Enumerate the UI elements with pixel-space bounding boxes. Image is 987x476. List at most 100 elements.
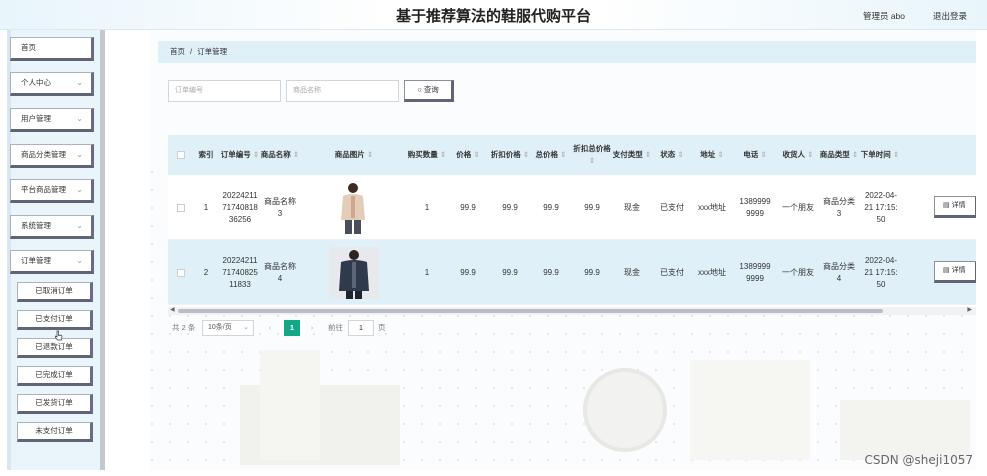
col-product-name[interactable]: 商品名称 ⇕ — [260, 135, 300, 175]
main-panel: 首页 / 订单管理 订单编号 商品名称 ○ 查询 索引 订单编号 ⇕ 商品名称 ⇕ … — [150, 30, 976, 470]
goto-page-input[interactable]: 1 — [348, 320, 374, 336]
cell-pay-type: 现金 — [624, 202, 640, 212]
col-receiver[interactable]: 收货人 ⇕ — [778, 135, 818, 175]
sidebar-item-orders[interactable]: 订单管理 ⌄ — [10, 250, 94, 274]
page-size-select[interactable]: 10条/页 ⌄ — [202, 320, 254, 336]
col-discount-total[interactable]: 折扣总价格 ⇕ — [572, 135, 612, 175]
chevron-down-icon: ⌄ — [243, 324, 249, 331]
col-category[interactable]: 商品类型 ⇕ — [818, 135, 860, 175]
row-checkbox[interactable] — [173, 240, 189, 305]
app-title: 基于推荐算法的鞋服代购平台 — [395, 7, 591, 25]
col-order-no[interactable]: 订单编号 ⇕ — [220, 135, 260, 175]
cell-phone: 13899999999 — [739, 196, 771, 218]
col-phone[interactable]: 电话 ⇕ — [732, 135, 778, 175]
sidebar-item-system[interactable]: 系统管理 ⌄ — [10, 215, 94, 239]
col-price[interactable]: 价格 ⇕ — [448, 135, 488, 175]
chevron-down-icon: ⌄ — [76, 256, 83, 265]
cell-discount-price: 99.9 — [502, 267, 518, 277]
cell-category: 商品分类4 — [823, 261, 855, 283]
order-no-input[interactable]: 订单编号 — [168, 80, 281, 102]
subitem-shipped-orders[interactable]: 已发货订单 — [17, 394, 93, 414]
cell-qty: 1 — [424, 202, 430, 212]
cell-status: 已支付 — [660, 267, 684, 277]
scroll-right-icon[interactable]: ▶ — [967, 306, 972, 313]
cell-index: 2 — [203, 267, 209, 277]
sidebar-item-label: 系统管理 — [21, 221, 51, 230]
detail-button[interactable]: ▤ 详情 — [934, 196, 976, 218]
select-all-checkbox[interactable] — [173, 135, 189, 175]
page-1-button[interactable]: 1 — [284, 320, 300, 336]
man-navy-coat-image — [329, 246, 379, 299]
row-checkbox[interactable] — [173, 175, 189, 240]
breadcrumb-separator: / — [190, 47, 193, 56]
search-button-label: 查询 — [423, 85, 439, 94]
cell-status: 已支付 — [660, 202, 684, 212]
orders-table: 索引 订单编号 ⇕ 商品名称 ⇕ 商品图片 ⇕ 购买数量 ⇕ 价格 ⇕ 折扣价格… — [168, 135, 976, 315]
col-product-image[interactable]: 商品图片 ⇕ — [302, 135, 406, 175]
mouse-cursor-icon — [55, 330, 63, 341]
cell-product-name: 商品名称3 — [264, 196, 296, 218]
search-button[interactable]: ○ 查询 — [404, 80, 454, 102]
pagination-total: 共 2 条 — [172, 323, 196, 332]
subitem-completed-orders[interactable]: 已完成订单 — [17, 366, 93, 386]
sidebar-item-home[interactable]: 首页 — [10, 37, 94, 61]
cell-qty: 1 — [424, 267, 430, 277]
cell-total: 99.9 — [543, 267, 559, 277]
prev-page-icon[interactable]: ‹ — [262, 320, 278, 336]
cell-address: xxx地址 — [698, 202, 726, 212]
cell-discount-total: 99.9 — [584, 202, 600, 212]
col-discount-price[interactable]: 折扣价格 ⇕ — [490, 135, 530, 175]
table-row: 1 202242117174081836256 商品名称3 1 99.9 99.… — [168, 175, 976, 240]
scroll-thumb[interactable] — [178, 309, 883, 313]
col-pay-type[interactable]: 支付类型 ⇕ — [612, 135, 652, 175]
man-beige-jacket-image — [329, 179, 379, 236]
subitem-cancelled-orders[interactable]: 已取消订单 — [17, 282, 93, 302]
document-icon: ▤ — [943, 202, 950, 209]
scroll-left-icon[interactable]: ◀ — [170, 306, 175, 313]
watermark: CSDN @sheji1057 — [864, 453, 973, 467]
chevron-down-icon: ⌄ — [76, 221, 83, 230]
chevron-down-icon: ⌄ — [76, 78, 83, 87]
chevron-down-icon: ⌄ — [76, 185, 83, 194]
cell-pay-type: 现金 — [624, 267, 640, 277]
cell-order-time: 2022-04-21 17:15:50 — [864, 255, 898, 289]
logout-link[interactable]: 退出登录 — [933, 10, 967, 22]
cell-price: 99.9 — [460, 202, 476, 212]
sidebar-item-category[interactable]: 商品分类管理 ⌄ — [10, 144, 94, 168]
col-address[interactable]: 地址 ⇕ — [692, 135, 732, 175]
cell-price: 99.9 — [460, 267, 476, 277]
sidebar-item-products[interactable]: 平台商品管理 ⌄ — [10, 179, 94, 203]
cell-order-no: 202242117174082511833 — [222, 255, 258, 289]
sidebar-item-users[interactable]: 用户管理 ⌄ — [10, 108, 94, 132]
detail-button[interactable]: ▤ 详情 — [934, 261, 976, 283]
document-icon: ▤ — [943, 267, 950, 274]
sidebar-item-label: 平台商品管理 — [21, 185, 66, 194]
col-total[interactable]: 总价格 ⇕ — [530, 135, 572, 175]
subitem-paid-orders[interactable]: 已支付订单 — [17, 310, 93, 330]
breadcrumb-current: 订单管理 — [197, 47, 228, 56]
cell-category: 商品分类3 — [823, 196, 855, 218]
sidebar-item-label: 首页 — [21, 43, 36, 52]
page-suffix: 页 — [378, 323, 386, 332]
subitem-unpaid-orders[interactable]: 未支付订单 — [17, 422, 93, 442]
sidebar-item-profile[interactable]: 个人中心 ⌄ — [10, 72, 94, 96]
col-qty[interactable]: 购买数量 ⇕ — [406, 135, 448, 175]
col-index: 索引 — [198, 150, 214, 159]
sidebar-item-label: 订单管理 — [21, 256, 51, 265]
sidebar-scrollbar[interactable] — [100, 30, 105, 470]
next-page-icon[interactable]: › — [304, 320, 320, 336]
table-header: 索引 订单编号 ⇕ 商品名称 ⇕ 商品图片 ⇕ 购买数量 ⇕ 价格 ⇕ 折扣价格… — [168, 135, 976, 175]
sidebar-item-label: 个人中心 — [21, 78, 51, 87]
cell-receiver: 一个朋友 — [782, 267, 814, 277]
subitem-refunded-orders[interactable]: 已退款订单 — [17, 338, 93, 358]
table-horizontal-scrollbar[interactable]: ◀ ▶ — [168, 307, 976, 315]
cell-total: 99.9 — [543, 202, 559, 212]
cell-index: 1 — [203, 202, 209, 212]
cell-discount-price: 99.9 — [502, 202, 518, 212]
product-name-input[interactable]: 商品名称 — [286, 80, 399, 102]
breadcrumb-home[interactable]: 首页 — [170, 47, 185, 56]
cell-phone: 13899999999 — [739, 261, 771, 283]
col-status[interactable]: 状态 ⇕ — [652, 135, 692, 175]
chevron-down-icon: ⌄ — [76, 114, 83, 123]
col-order-time[interactable]: 下单时间 ⇕ — [860, 135, 900, 175]
